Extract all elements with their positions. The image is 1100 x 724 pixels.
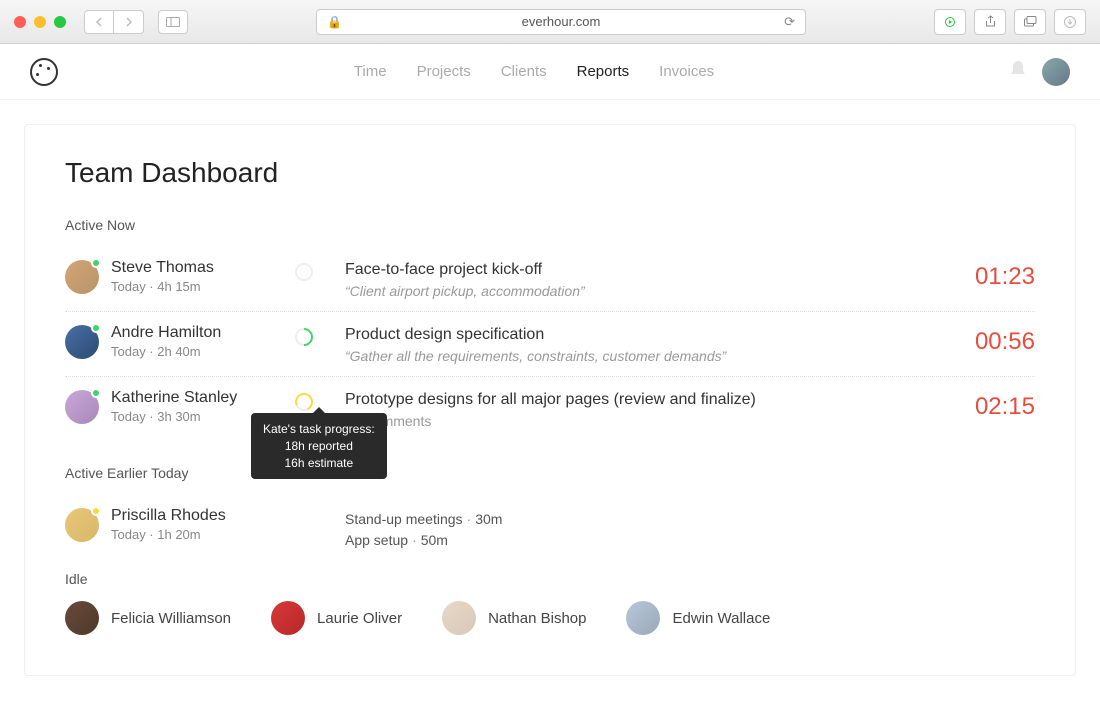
user-cell[interactable]: Priscilla Rhodes Today · 1h 20m <box>65 507 295 542</box>
active-row: Andre Hamilton Today · 2h 40m Product de… <box>65 312 1035 377</box>
user-name: Priscilla Rhodes <box>111 507 226 525</box>
progress-tooltip: Kate's task progress: 18h reported 16h e… <box>251 413 387 479</box>
timer-value: 01:23 <box>945 259 1035 291</box>
idle-list: Felicia Williamson Laurie Oliver Nathan … <box>65 601 1035 635</box>
dashboard-card: Team Dashboard Active Now Steve Thomas T… <box>24 124 1076 676</box>
status-away-icon <box>91 506 101 516</box>
nav-time[interactable]: Time <box>354 63 387 80</box>
idle-user-name: Laurie Oliver <box>317 610 402 627</box>
avatar <box>65 508 99 542</box>
app-header: Time Projects Clients Reports Invoices <box>0 44 1100 100</box>
tooltip-line: Kate's task progress: <box>263 421 375 438</box>
task-cell[interactable]: Face-to-face project kick-off “Client ai… <box>345 259 945 299</box>
idle-user-name: Nathan Bishop <box>488 610 586 627</box>
page-title: Team Dashboard <box>65 157 1035 189</box>
reload-icon[interactable]: ⟳ <box>784 14 795 30</box>
downloads-button[interactable] <box>1054 9 1086 35</box>
earlier-row: Priscilla Rhodes Today · 1h 20m Stand-up… <box>65 495 1035 557</box>
nav-back-forward <box>84 10 144 34</box>
user-meta: Today · 4h 15m <box>111 279 214 294</box>
notifications-icon[interactable] <box>1010 60 1026 83</box>
idle-user-name: Edwin Wallace <box>672 610 770 627</box>
share-button[interactable] <box>974 9 1006 35</box>
window-controls <box>14 16 66 28</box>
tabs-button[interactable] <box>1014 9 1046 35</box>
forward-button[interactable] <box>114 10 144 34</box>
header-right <box>1010 58 1070 86</box>
task-note: No comments <box>345 413 945 429</box>
progress-ring-icon[interactable] <box>291 324 316 349</box>
url-text: everhour.com <box>522 14 601 29</box>
subtask-duration: 30m <box>475 511 502 527</box>
media-play-button[interactable] <box>934 9 966 35</box>
idle-user[interactable]: Laurie Oliver <box>271 601 402 635</box>
avatar <box>65 390 99 424</box>
status-online-icon <box>91 388 101 398</box>
close-window-button[interactable] <box>14 16 26 28</box>
idle-user-name: Felicia Williamson <box>111 610 231 627</box>
idle-user[interactable]: Felicia Williamson <box>65 601 231 635</box>
user-name: Steve Thomas <box>111 259 214 277</box>
status-online-icon <box>91 323 101 333</box>
user-meta: Today · 3h 30m <box>111 409 237 424</box>
task-title: Product design specification <box>345 326 945 344</box>
idle-user[interactable]: Edwin Wallace <box>626 601 770 635</box>
user-avatar[interactable] <box>1042 58 1070 86</box>
active-row: Katherine Stanley Today · 3h 30m Prototy… <box>65 377 1035 441</box>
user-name: Katherine Stanley <box>111 389 237 407</box>
subtasks-cell: Stand-up meetings·30m App setup·50m <box>345 507 1035 551</box>
avatar <box>65 601 99 635</box>
progress-ring-icon[interactable] <box>295 263 313 281</box>
nav-invoices[interactable]: Invoices <box>659 63 714 80</box>
section-active-earlier-label: Active Earlier Today <box>65 465 1035 481</box>
task-cell[interactable]: Product design specification “Gather all… <box>345 324 945 364</box>
timer-value: 02:15 <box>945 389 1035 421</box>
status-online-icon <box>91 258 101 268</box>
maximize-window-button[interactable] <box>54 16 66 28</box>
subtask-duration: 50m <box>421 532 448 548</box>
active-row: Steve Thomas Today · 4h 15m Face-to-face… <box>65 247 1035 312</box>
app-logo[interactable] <box>30 58 58 86</box>
user-cell[interactable]: Andre Hamilton Today · 2h 40m <box>65 324 295 359</box>
subtask-name[interactable]: Stand-up meetings <box>345 511 463 527</box>
avatar <box>626 601 660 635</box>
main-nav: Time Projects Clients Reports Invoices <box>58 63 1010 80</box>
user-cell[interactable]: Steve Thomas Today · 4h 15m <box>65 259 295 294</box>
lock-icon: 🔒 <box>327 15 342 29</box>
avatar <box>271 601 305 635</box>
minimize-window-button[interactable] <box>34 16 46 28</box>
address-bar[interactable]: 🔒 everhour.com ⟳ <box>316 9 806 35</box>
tooltip-line: 16h estimate <box>263 455 375 472</box>
nav-clients[interactable]: Clients <box>501 63 547 80</box>
browser-toolbar: 🔒 everhour.com ⟳ <box>0 0 1100 44</box>
subtask-name[interactable]: App setup <box>345 532 408 548</box>
section-idle-label: Idle <box>65 571 1035 587</box>
user-meta: Today · 1h 20m <box>111 527 226 542</box>
task-note: “Gather all the requirements, constraint… <box>345 348 945 364</box>
browser-right-buttons <box>934 9 1086 35</box>
content-wrapper: Team Dashboard Active Now Steve Thomas T… <box>0 100 1100 700</box>
timer-value: 00:56 <box>945 324 1035 356</box>
section-active-now-label: Active Now <box>65 217 1035 233</box>
idle-user[interactable]: Nathan Bishop <box>442 601 586 635</box>
task-cell[interactable]: Prototype designs for all major pages (r… <box>345 389 945 429</box>
avatar <box>442 601 476 635</box>
user-name: Andre Hamilton <box>111 324 221 342</box>
back-button[interactable] <box>84 10 114 34</box>
task-title: Face-to-face project kick-off <box>345 261 945 279</box>
user-meta: Today · 2h 40m <box>111 344 221 359</box>
nav-projects[interactable]: Projects <box>417 63 471 80</box>
avatar <box>65 325 99 359</box>
nav-reports[interactable]: Reports <box>577 63 630 80</box>
task-note: “Client airport pickup, accommodation” <box>345 283 945 299</box>
task-title: Prototype designs for all major pages (r… <box>345 391 945 409</box>
avatar <box>65 260 99 294</box>
sidebar-toggle-button[interactable] <box>158 10 188 34</box>
tooltip-line: 18h reported <box>263 438 375 455</box>
